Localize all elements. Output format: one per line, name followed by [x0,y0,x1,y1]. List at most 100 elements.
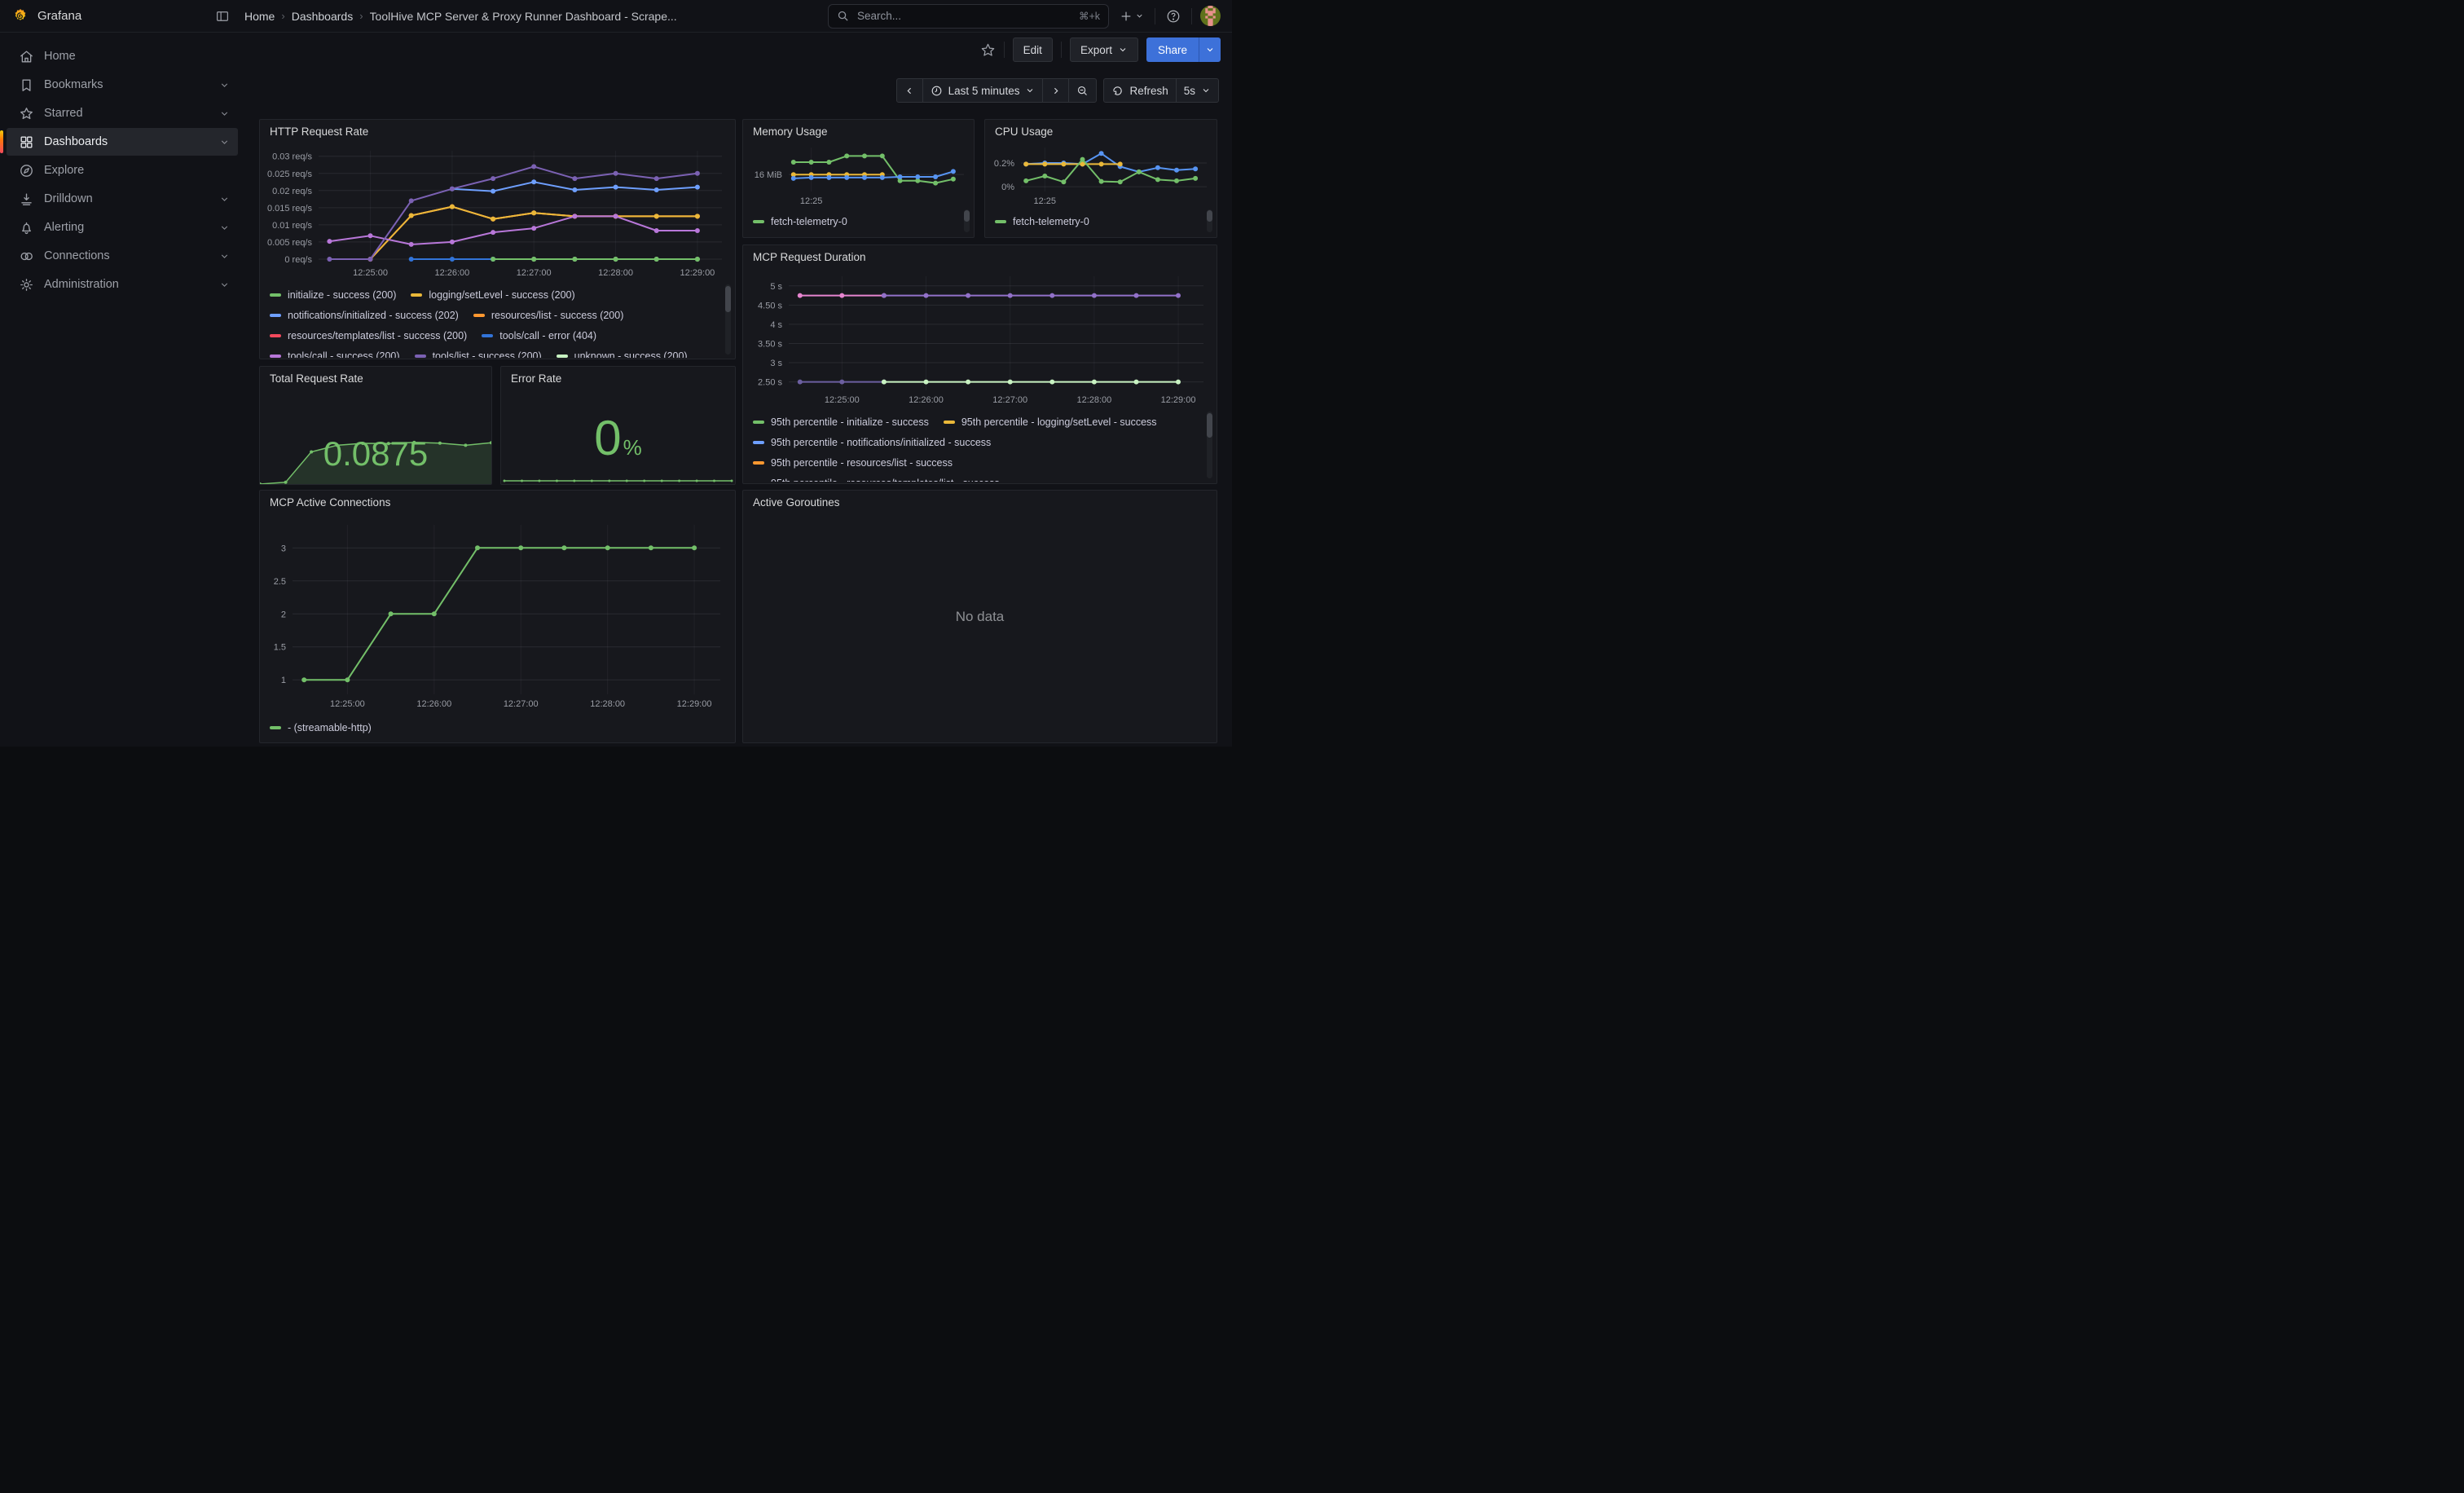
chevron-down-icon[interactable] [219,108,230,119]
panel-title[interactable]: CPU Usage [985,120,1217,138]
panel-mcp-request-duration: MCP Request Duration 5 s4.50 s4 s3.50 s3… [742,244,1217,484]
breadcrumb-dashboards[interactable]: Dashboards [292,10,354,23]
panel-error-rate: Error Rate 0 % [500,366,736,485]
sidebar-item-drilldown[interactable]: Drilldown [7,185,238,213]
sidebar-item-alerting[interactable]: Alerting [7,214,238,241]
chart-http-request-rate[interactable]: 0 req/s0.005 req/s0.01 req/s0.015 req/s0… [263,144,730,281]
legend-item[interactable]: resources/templates/list - success (200) [270,325,467,346]
legend-scrollbar[interactable] [1207,412,1212,478]
chart-mcp-request-duration[interactable]: 5 s4.50 s4 s3.50 s3 s2.50 s12:25:0012:26… [746,270,1212,408]
sidebar-item-dashboards[interactable]: Dashboards [7,128,238,156]
share-dropdown-button[interactable] [1199,37,1221,62]
panel-title[interactable]: HTTP Request Rate [260,120,735,138]
favorite-star-icon[interactable] [980,42,996,58]
chart-total-request-rate[interactable] [260,412,491,484]
svg-text:4 s: 4 s [770,320,782,330]
sidebar-item-connections[interactable]: Connections [7,242,238,270]
chevron-down-icon[interactable] [219,280,230,290]
legend-item[interactable]: 95th percentile - logging/setLevel - suc… [944,412,1157,432]
svg-text:1: 1 [281,676,286,685]
chart-error-rate[interactable] [501,468,735,484]
legend-item[interactable]: 95th percentile - resources/templates/li… [753,473,1000,482]
legend-item[interactable]: initialize - success (200) [270,284,396,305]
legend-item[interactable]: 95th percentile - notifications/initiali… [753,432,991,452]
zoom-out-button[interactable] [1068,79,1096,102]
legend-item[interactable]: unknown - success (200) [557,346,688,358]
panel-title[interactable]: MCP Active Connections [260,491,735,509]
breadcrumb-current[interactable]: ToolHive MCP Server & Proxy Runner Dashb… [370,10,677,23]
chart-mcp-active-connections[interactable]: 11.522.5312:25:0012:26:0012:27:0012:28:0… [263,518,730,714]
refresh-interval-picker[interactable]: 5s [1176,79,1218,102]
search-input[interactable] [856,9,1072,23]
legend-item[interactable]: fetch-telemetry-0 [753,211,847,231]
time-controls: Last 5 minutes Refresh [896,78,1219,103]
sidebar-collapse-icon[interactable] [212,6,233,27]
legend-item[interactable]: resources/list - success (200) [473,305,624,325]
legend-item[interactable]: 95th percentile - initialize - success [753,412,929,432]
svg-text:0.005 req/s: 0.005 req/s [267,238,313,248]
legend-item[interactable]: logging/setLevel - success (200) [411,284,574,305]
active-indicator [0,130,3,153]
grafana-logo-icon[interactable] [11,7,29,25]
svg-text:12:25: 12:25 [1034,196,1057,206]
chart-cpu-usage[interactable]: 0%0.2%12:25 [987,141,1213,208]
legend-swatch [753,421,764,424]
sidebar-item-icon [18,77,34,93]
sidebar-item-starred[interactable]: Starred [7,99,238,127]
legend-item[interactable]: tools/list - success (200) [415,346,542,358]
sidebar-item-explore[interactable]: Explore [7,156,238,184]
sidebar: Home Bookmarks Starred [0,33,244,746]
legend-item[interactable]: - (streamable-http) [270,717,372,738]
sidebar-item-icon [18,48,34,64]
sidebar-item-home[interactable]: Home [7,42,238,70]
legend-item[interactable]: tools/call - success (200) [270,346,400,358]
avatar[interactable] [1200,6,1221,26]
chevron-down-icon[interactable] [219,137,230,148]
divider [1004,42,1005,58]
legend-item[interactable]: tools/call - error (404) [482,325,596,346]
no-data-message: No data [743,491,1217,742]
panel-title[interactable]: Error Rate [501,367,735,385]
share-button[interactable]: Share [1146,37,1199,62]
legend: fetch-telemetry-0 [985,211,1202,232]
legend-scrollbar[interactable] [725,284,731,355]
chevron-down-icon[interactable] [219,194,230,205]
legend-item[interactable]: fetch-telemetry-0 [995,211,1089,231]
time-range-picker[interactable]: Last 5 minutes [922,79,1043,102]
divider [1061,42,1062,58]
chevron-down-icon[interactable] [219,80,230,90]
svg-text:12:29:00: 12:29:00 [1161,395,1196,405]
chevron-down-icon[interactable] [219,222,230,233]
edit-button[interactable]: Edit [1013,37,1053,62]
legend-item[interactable]: 95th percentile - resources/list - succe… [753,452,953,473]
svg-text:2.50 s: 2.50 s [758,378,782,388]
panel-title[interactable]: Memory Usage [743,120,974,138]
sidebar-item-administration[interactable]: Administration [7,271,238,298]
sidebar-item-icon [18,105,34,121]
sidebar-item-bookmarks[interactable]: Bookmarks [7,71,238,99]
refresh-button[interactable]: Refresh [1104,79,1175,102]
panel-title[interactable]: MCP Request Duration [743,245,1217,263]
svg-text:12:28:00: 12:28:00 [1076,395,1111,405]
add-button[interactable] [1117,7,1146,25]
legend-scrollbar[interactable] [1207,209,1212,232]
grafana-app: Grafana Home › Dashboards › ToolHive MCP… [0,0,1232,746]
chevron-down-icon[interactable] [219,251,230,262]
chart-memory-usage[interactable]: 16 MiB12:25 [745,141,970,208]
sidebar-item-icon [18,191,34,207]
svg-text:0.025 req/s: 0.025 req/s [267,170,313,179]
time-back-button[interactable] [897,79,922,102]
help-icon[interactable] [1164,7,1183,26]
legend-item[interactable]: notifications/initialized - success (202… [270,305,459,325]
time-forward-button[interactable] [1042,79,1068,102]
export-button[interactable]: Export [1070,37,1138,62]
svg-text:12:26:00: 12:26:00 [416,699,451,709]
panel-title[interactable]: Total Request Rate [260,367,491,385]
breadcrumb-home[interactable]: Home [244,10,275,23]
legend-swatch [944,421,955,424]
brand-title: Grafana [37,9,81,23]
chevron-down-icon [1205,45,1215,55]
search-box[interactable]: ⌘+k [828,4,1109,29]
legend-scrollbar[interactable] [964,209,970,232]
svg-text:3.50 s: 3.50 s [758,339,782,349]
